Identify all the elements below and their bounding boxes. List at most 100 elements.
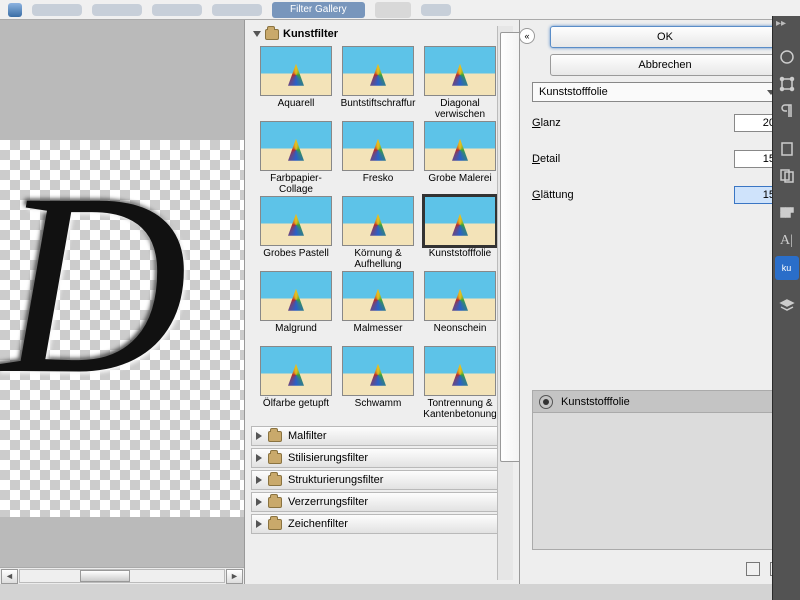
scroll-right-button[interactable]: ►: [226, 569, 243, 584]
scroll-track[interactable]: [19, 569, 225, 583]
filter-thumb-malmesser[interactable]: Malmesser: [339, 271, 417, 345]
inactive-doc-tab[interactable]: [375, 2, 411, 18]
category-malfilter[interactable]: Malfilter: [251, 426, 513, 446]
separator: [775, 283, 799, 291]
separator: [775, 191, 799, 199]
ok-button[interactable]: OK: [550, 26, 780, 48]
horizontal-scrollbar[interactable]: ◄ ►: [0, 567, 244, 584]
folder-icon: [268, 475, 282, 486]
app-icon: [8, 3, 22, 17]
thumb-preview: [260, 346, 332, 396]
visibility-eye-icon[interactable]: [539, 395, 553, 409]
filter-thumb-kunststofffolie[interactable]: Kunststofffolie: [421, 196, 499, 270]
thumb-preview: [424, 271, 496, 321]
preview-pane: D ◄ ►: [0, 20, 245, 584]
thumb-preview: [260, 196, 332, 246]
scroll-left-button[interactable]: ◄: [1, 569, 18, 584]
category-label: Verzerrungsfilter: [288, 496, 368, 508]
folder-icon: [268, 497, 282, 508]
param-row-glanz: Glanz20: [532, 114, 780, 132]
category-strukturierungsfilter[interactable]: Strukturierungsfilter: [251, 470, 513, 490]
category-label: Strukturierungsfilter: [288, 474, 383, 486]
layers-panel-icon[interactable]: [775, 294, 799, 318]
collapse-toggle[interactable]: «: [519, 28, 535, 44]
thumb-label: Grobe Malerei: [428, 173, 491, 195]
disclosure-right-icon: [256, 520, 262, 528]
category-verzerrungsfilter[interactable]: Verzerrungsfilter: [251, 492, 513, 512]
filter-thumb-grobe-malerei[interactable]: Grobe Malerei: [421, 121, 499, 195]
filter-thumb-buntstiftschraffur[interactable]: Buntstiftschraffur: [339, 46, 417, 120]
folder-icon: [268, 453, 282, 464]
filter-thumb--lfarbe-getupft[interactable]: Ölfarbe getupft: [257, 346, 335, 420]
effect-layer-row[interactable]: Kunststofffolie: [533, 391, 791, 413]
filter-thumb-farbpapier-collage[interactable]: Farbpapier-Collage: [257, 121, 335, 195]
panel-collapse-arrows[interactable]: ▸▸: [776, 18, 796, 30]
thumb-label: Buntstiftschraffur: [341, 98, 416, 120]
param-label: Glanz: [532, 117, 561, 129]
thumb-preview: [342, 46, 414, 96]
layer-footer-icons: [520, 558, 800, 584]
param-row-glättung: Glättung15: [532, 186, 780, 204]
thumb-preview: [424, 346, 496, 396]
transform-panel-icon[interactable]: [775, 72, 799, 96]
thumb-label: Malgrund: [275, 323, 317, 345]
folder-icon: [268, 431, 282, 442]
category-zeichenfilter[interactable]: Zeichenfilter: [251, 514, 513, 534]
menu-blur: [212, 4, 262, 16]
gallery-vertical-scrollbar[interactable]: [497, 26, 513, 580]
disclosure-right-icon: [256, 432, 262, 440]
thumb-label: Schwamm: [355, 398, 402, 420]
dropdown-value: Kunststofffolie: [539, 86, 608, 98]
kuler-panel-icon[interactable]: ku: [775, 256, 799, 280]
thumb-preview: [260, 271, 332, 321]
thumb-preview: [260, 46, 332, 96]
thumb-label: Fresko: [363, 173, 394, 195]
thumb-label: Diagonal verwischen: [421, 98, 499, 120]
category-kunstfilter-open[interactable]: Kunstfilter: [251, 26, 513, 44]
category-label: Kunstfilter: [283, 28, 338, 40]
document-panel-icon[interactable]: [775, 137, 799, 161]
menu-blur: [92, 4, 142, 16]
thumb-label: Farbpapier-Collage: [257, 173, 335, 195]
preview-letter: D: [0, 180, 188, 388]
thumb-preview: [424, 196, 496, 246]
filter-select-dropdown[interactable]: Kunststofffolie: [532, 82, 780, 102]
filter-thumb-k-rnung-aufhellung[interactable]: Körnung & Aufhellung: [339, 196, 417, 270]
filter-thumb-aquarell[interactable]: Aquarell: [257, 46, 335, 120]
disclosure-down-icon: [253, 31, 261, 37]
paragraph-panel-icon[interactable]: [775, 99, 799, 123]
effect-layers-panel: Kunststofffolie: [532, 390, 792, 550]
disclosure-right-icon: [256, 454, 262, 462]
app-menu-bar: Filter Gallery: [0, 0, 800, 20]
thumb-label: Kunststofffolie: [429, 248, 491, 270]
disclosure-right-icon: [256, 498, 262, 506]
thumb-preview: [342, 346, 414, 396]
filter-thumb-tontrennung-kantenbetonung[interactable]: Tontrennung & Kantenbetonung: [421, 346, 499, 420]
filter-thumb-schwamm[interactable]: Schwamm: [339, 346, 417, 420]
scroll-thumb[interactable]: [80, 570, 130, 582]
active-doc-tab[interactable]: Filter Gallery: [272, 2, 365, 18]
menu-blur: [32, 4, 82, 16]
cancel-button[interactable]: Abbrechen: [550, 54, 780, 76]
category-stilisierungsfilter[interactable]: Stilisierungsfilter: [251, 448, 513, 468]
effect-layer-label: Kunststofffolie: [561, 396, 630, 408]
thumb-preview: [342, 121, 414, 171]
filter-thumb-diagonal-verwischen[interactable]: Diagonal verwischen: [421, 46, 499, 120]
copies-panel-icon[interactable]: [775, 164, 799, 188]
param-label: Detail: [532, 153, 560, 165]
swatches-panel-icon[interactable]: [775, 202, 799, 226]
thumb-preview: [342, 271, 414, 321]
preview-canvas[interactable]: D: [0, 20, 244, 567]
thumb-preview: [424, 46, 496, 96]
menu-blur: [152, 4, 202, 16]
filter-thumb-neonschein[interactable]: Neonschein: [421, 271, 499, 345]
filter-thumb-fresko[interactable]: Fresko: [339, 121, 417, 195]
filter-thumb-malgrund[interactable]: Malgrund: [257, 271, 335, 345]
character-panel-icon[interactable]: A|: [775, 229, 799, 253]
category-label: Malfilter: [288, 430, 327, 442]
color-panel-icon[interactable]: [775, 45, 799, 69]
settings-pane: « OK Abbrechen Kunststofffolie Glanz20 De…: [520, 20, 800, 584]
new-effect-layer-icon[interactable]: [746, 562, 760, 576]
filter-thumb-grobes-pastell[interactable]: Grobes Pastell: [257, 196, 335, 270]
thumbnail-grid: Aquarell BuntstiftschraffurDiagonal verwi…: [251, 44, 513, 424]
